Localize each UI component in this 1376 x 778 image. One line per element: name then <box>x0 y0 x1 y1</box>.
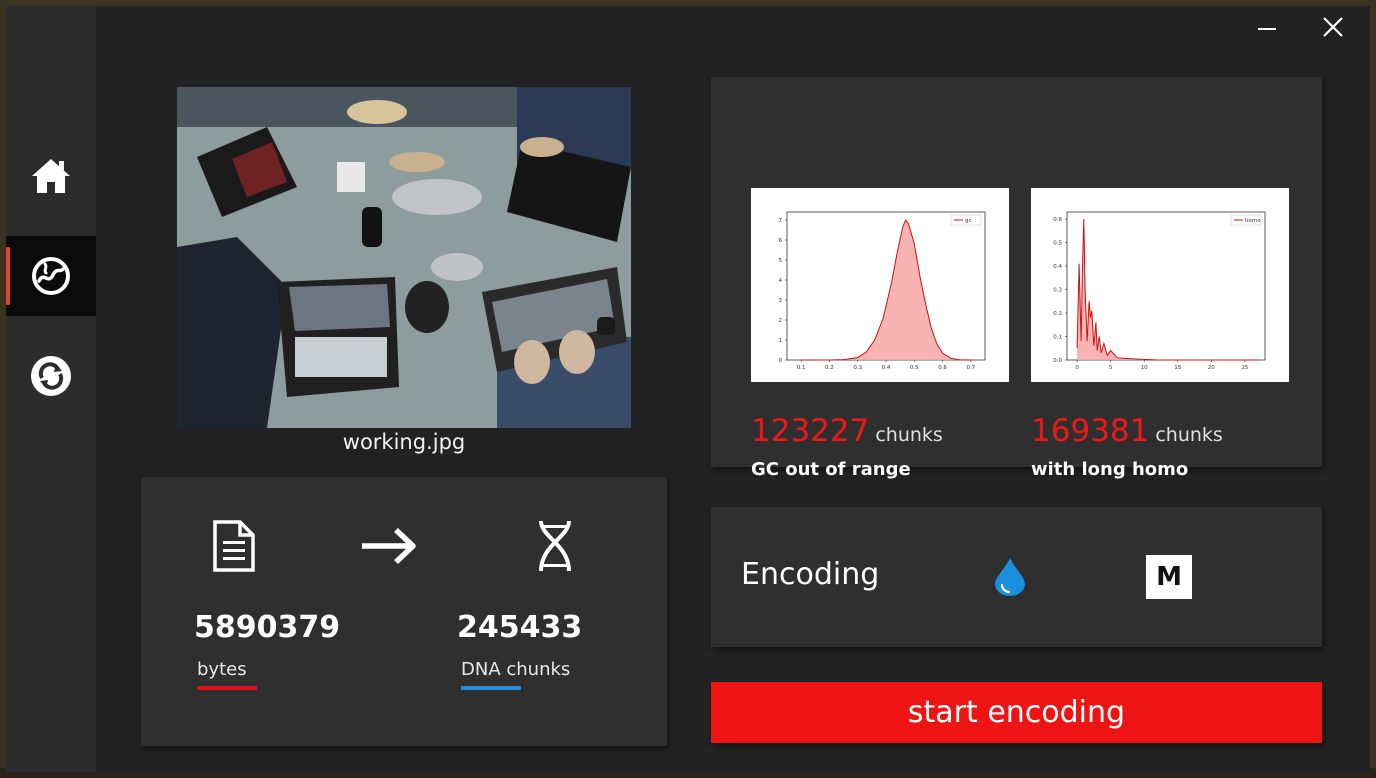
x-tick-label: 20 <box>1208 365 1215 371</box>
homo-chart-svg: 0 5 10 15 20 25 0.0 0.1 0.2 0.3 0.4 0.5 0.6 homo <box>1053 211 1266 371</box>
x-tick-label: 0.2 <box>825 365 834 371</box>
y-tick-label: 0.5 <box>1053 241 1062 247</box>
file-icon <box>213 520 255 572</box>
y-tick-label: 2 <box>779 318 783 324</box>
bytes-label: bytes <box>197 659 247 680</box>
gc-chart-svg: 0.1 0.2 0.3 0.4 0.5 0.6 0.7 0 1 2 3 4 5 6 7 gc <box>779 211 986 371</box>
photo-image <box>177 87 631 428</box>
arrow-right-icon <box>362 527 416 565</box>
globe-icon <box>32 257 70 295</box>
minimize-button[interactable] <box>1247 12 1287 44</box>
series-area <box>1077 219 1259 360</box>
sidebar <box>6 6 96 772</box>
image-preview <box>177 87 631 428</box>
bytes-underline <box>197 686 257 690</box>
x-tick-label: 0.6 <box>938 365 947 371</box>
gc-chart: 0.1 0.2 0.3 0.4 0.5 0.6 0.7 0 1 2 3 4 5 6 7 gc <box>751 188 1009 382</box>
encoding-panel: Encoding M <box>711 507 1322 647</box>
y-tick-label: 5 <box>779 258 783 264</box>
y-tick-label: 6 <box>779 238 783 244</box>
sidebar-item-encode[interactable] <box>6 236 96 316</box>
y-tick-label: 0.4 <box>1053 264 1062 270</box>
x-tick-label: 0.1 <box>797 365 806 371</box>
sidebar-item-home[interactable] <box>6 136 96 216</box>
y-tick-label: 0.2 <box>1053 311 1062 317</box>
series-area <box>801 220 971 360</box>
gc-stat-value: 123227 <box>751 413 870 449</box>
dna-icon <box>539 520 571 572</box>
app-window: working.jpg 5890379 bytes 245433 DNA chu… <box>6 6 1370 772</box>
x-tick-label: 0 <box>1075 365 1079 371</box>
y-tick-label: 0.3 <box>1053 288 1062 294</box>
active-indicator <box>6 247 10 305</box>
sync-icon <box>31 356 71 396</box>
homo-stat-unit: chunks <box>1155 424 1223 446</box>
y-tick-label: 0.0 <box>1053 358 1062 364</box>
gc-stat-unit: chunks <box>875 424 943 446</box>
x-tick-label: 0.4 <box>882 365 891 371</box>
homo-stat-label: with long homo <box>1031 459 1189 480</box>
homo-stat-value: 169381 <box>1031 413 1150 449</box>
gc-stat: 123227 chunks <box>751 413 943 449</box>
homo-chart: 0 5 10 15 20 25 0.0 0.1 0.2 0.3 0.4 0.5 0.6 homo <box>1031 188 1289 382</box>
sidebar-item-sync[interactable] <box>6 336 96 416</box>
x-tick-label: 10 <box>1141 365 1148 371</box>
legend-label: gc <box>965 218 972 224</box>
x-tick-label: 5 <box>1109 365 1113 371</box>
encoding-label: Encoding <box>741 557 880 592</box>
x-tick-label: 15 <box>1174 365 1181 371</box>
close-icon <box>1323 17 1343 37</box>
minimize-icon <box>1258 28 1276 30</box>
y-tick-label: 1 <box>779 338 783 344</box>
start-encoding-label: start encoding <box>907 695 1126 730</box>
dna-chunks-label: DNA chunks <box>461 659 571 680</box>
y-tick-label: 0 <box>779 358 783 364</box>
x-tick-label: 0.3 <box>853 365 862 371</box>
y-tick-label: 0.6 <box>1053 217 1062 223</box>
dna-chunks-value: 245433 <box>457 610 583 645</box>
series-line <box>1076 218 1259 361</box>
legend-label: homo <box>1245 218 1261 224</box>
file-name: working.jpg <box>342 430 466 454</box>
y-tick-label: 7 <box>779 218 783 224</box>
conversion-panel: 5890379 bytes 245433 DNA chunks <box>141 477 667 746</box>
y-tick-label: 4 <box>779 278 783 284</box>
homo-stat: 169381 chunks <box>1031 413 1223 449</box>
x-tick-label: 0.5 <box>910 365 919 371</box>
m-badge-button[interactable]: M <box>1146 555 1192 599</box>
dna-chunks-underline <box>461 686 521 690</box>
start-encoding-button[interactable]: start encoding <box>711 682 1322 743</box>
gc-stat-label: GC out of range <box>751 459 911 480</box>
x-tick-label: 25 <box>1241 365 1248 371</box>
home-icon <box>32 159 70 193</box>
close-button[interactable] <box>1313 12 1353 44</box>
y-tick-label: 0.1 <box>1053 335 1062 341</box>
bytes-value: 5890379 <box>194 610 341 645</box>
y-tick-label: 3 <box>779 298 783 304</box>
stats-panel: 0.1 0.2 0.3 0.4 0.5 0.6 0.7 0 1 2 3 4 5 6 7 gc 0 5 10 15 20… <box>711 77 1322 480</box>
droplet-icon[interactable] <box>993 557 1027 597</box>
m-badge-label: M <box>1156 562 1182 592</box>
x-tick-label: 0.7 <box>966 365 975 371</box>
